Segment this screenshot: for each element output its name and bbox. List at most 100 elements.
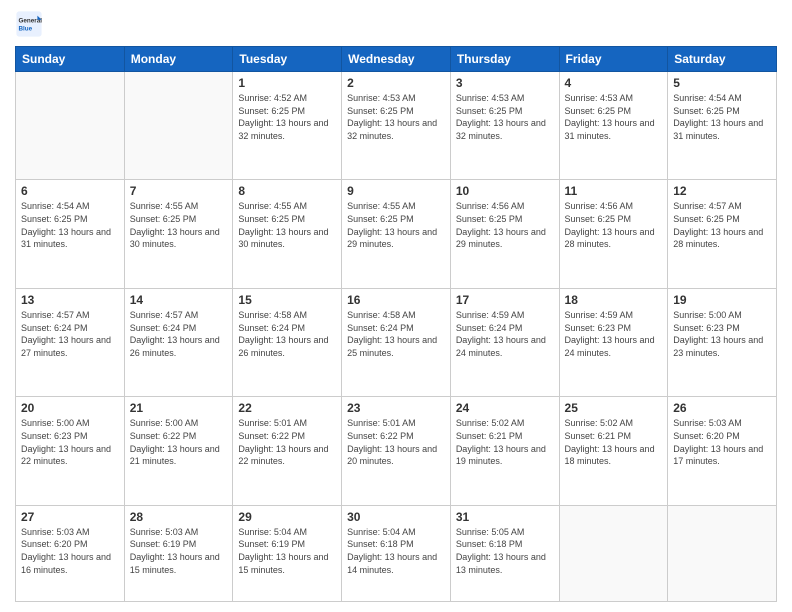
day-info: Sunrise: 4:56 AMSunset: 6:25 PMDaylight:… [456, 200, 554, 250]
day-number: 1 [238, 76, 336, 90]
header: General Blue [15, 10, 777, 38]
weekday-tuesday: Tuesday [233, 47, 342, 72]
calendar-cell: 5 Sunrise: 4:54 AMSunset: 6:25 PMDaylight… [668, 72, 777, 180]
day-number: 21 [130, 401, 228, 415]
calendar-cell: 17 Sunrise: 4:59 AMSunset: 6:24 PMDayligh… [450, 288, 559, 396]
calendar-cell: 29 Sunrise: 5:04 AMSunset: 6:19 PMDayligh… [233, 505, 342, 601]
day-number: 27 [21, 510, 119, 524]
day-info: Sunrise: 5:01 AMSunset: 6:22 PMDaylight:… [238, 417, 336, 467]
calendar-cell: 13Sunrise: 4:57 AMSunset: 6:24 PMDayligh… [16, 288, 125, 396]
week-row-4: 20 Sunrise: 5:00 AMSunset: 6:23 PMDayligh… [16, 397, 777, 505]
day-info: Sunrise: 4:57 AMSunset: 6:24 PMDaylight:… [130, 309, 228, 359]
day-info: Sunrise: 4:58 AMSunset: 6:24 PMDaylight:… [347, 309, 445, 359]
day-number: 11 [565, 184, 663, 198]
calendar-cell: 7 Sunrise: 4:55 AMSunset: 6:25 PMDaylight… [124, 180, 233, 288]
calendar-cell: 22 Sunrise: 5:01 AMSunset: 6:22 PMDayligh… [233, 397, 342, 505]
day-info: Sunrise: 4:58 AMSunset: 6:24 PMDaylight:… [238, 309, 336, 359]
calendar-cell: 2Sunrise: 4:53 AMSunset: 6:25 PMDaylight… [342, 72, 451, 180]
day-number: 18 [565, 293, 663, 307]
day-number: 19 [673, 293, 771, 307]
weekday-thursday: Thursday [450, 47, 559, 72]
day-info: Sunrise: 4:53 AMSunset: 6:25 PMDaylight:… [456, 92, 554, 142]
calendar-cell [559, 505, 668, 601]
weekday-sunday: Sunday [16, 47, 125, 72]
day-number: 28 [130, 510, 228, 524]
calendar-cell: 1 Sunrise: 4:52 AMSunset: 6:25 PMDaylight… [233, 72, 342, 180]
day-number: 16 [347, 293, 445, 307]
svg-text:Blue: Blue [19, 25, 33, 32]
day-number: 25 [565, 401, 663, 415]
calendar-cell: 30Sunrise: 5:04 AMSunset: 6:18 PMDayligh… [342, 505, 451, 601]
day-info: Sunrise: 4:54 AMSunset: 6:25 PMDaylight:… [673, 92, 771, 142]
day-info: Sunrise: 5:04 AMSunset: 6:19 PMDaylight:… [238, 526, 336, 576]
day-info: Sunrise: 5:04 AMSunset: 6:18 PMDaylight:… [347, 526, 445, 576]
calendar-cell: 20 Sunrise: 5:00 AMSunset: 6:23 PMDayligh… [16, 397, 125, 505]
week-row-5: 27 Sunrise: 5:03 AMSunset: 6:20 PMDayligh… [16, 505, 777, 601]
calendar-cell: 25 Sunrise: 5:02 AMSunset: 6:21 PMDayligh… [559, 397, 668, 505]
day-number: 22 [238, 401, 336, 415]
day-info: Sunrise: 4:53 AMSunset: 6:25 PMDaylight:… [565, 92, 663, 142]
calendar-cell: 6Sunrise: 4:54 AMSunset: 6:25 PMDaylight… [16, 180, 125, 288]
day-info: Sunrise: 5:02 AMSunset: 6:21 PMDaylight:… [456, 417, 554, 467]
day-info: Sunrise: 4:57 AMSunset: 6:25 PMDaylight:… [673, 200, 771, 250]
calendar-cell: 9 Sunrise: 4:55 AMSunset: 6:25 PMDaylight… [342, 180, 451, 288]
day-number: 5 [673, 76, 771, 90]
calendar-cell: 19Sunrise: 5:00 AMSunset: 6:23 PMDayligh… [668, 288, 777, 396]
calendar-cell: 11Sunrise: 4:56 AMSunset: 6:25 PMDayligh… [559, 180, 668, 288]
day-number: 15 [238, 293, 336, 307]
calendar-cell: 31Sunrise: 5:05 AMSunset: 6:18 PMDayligh… [450, 505, 559, 601]
weekday-friday: Friday [559, 47, 668, 72]
weekday-monday: Monday [124, 47, 233, 72]
day-info: Sunrise: 4:52 AMSunset: 6:25 PMDaylight:… [238, 92, 336, 142]
day-number: 24 [456, 401, 554, 415]
calendar-cell: 26Sunrise: 5:03 AMSunset: 6:20 PMDayligh… [668, 397, 777, 505]
day-number: 10 [456, 184, 554, 198]
weekday-wednesday: Wednesday [342, 47, 451, 72]
day-number: 29 [238, 510, 336, 524]
calendar-cell: 15 Sunrise: 4:58 AMSunset: 6:24 PMDayligh… [233, 288, 342, 396]
calendar-cell: 23 Sunrise: 5:01 AMSunset: 6:22 PMDayligh… [342, 397, 451, 505]
weekday-saturday: Saturday [668, 47, 777, 72]
day-number: 4 [565, 76, 663, 90]
calendar-cell: 10 Sunrise: 4:56 AMSunset: 6:25 PMDayligh… [450, 180, 559, 288]
day-info: Sunrise: 4:57 AMSunset: 6:24 PMDaylight:… [21, 309, 119, 359]
day-number: 23 [347, 401, 445, 415]
day-number: 26 [673, 401, 771, 415]
day-info: Sunrise: 5:00 AMSunset: 6:22 PMDaylight:… [130, 417, 228, 467]
calendar-cell: 14 Sunrise: 4:57 AMSunset: 6:24 PMDayligh… [124, 288, 233, 396]
day-info: Sunrise: 5:05 AMSunset: 6:18 PMDaylight:… [456, 526, 554, 576]
day-info: Sunrise: 4:55 AMSunset: 6:25 PMDaylight:… [130, 200, 228, 250]
page: General Blue SundayMondayTuesdayWednesda… [0, 0, 792, 612]
logo: General Blue [15, 10, 47, 38]
week-row-2: 6Sunrise: 4:54 AMSunset: 6:25 PMDaylight… [16, 180, 777, 288]
calendar-cell: 12Sunrise: 4:57 AMSunset: 6:25 PMDayligh… [668, 180, 777, 288]
day-number: 14 [130, 293, 228, 307]
day-number: 9 [347, 184, 445, 198]
day-info: Sunrise: 4:59 AMSunset: 6:24 PMDaylight:… [456, 309, 554, 359]
calendar-cell: 24 Sunrise: 5:02 AMSunset: 6:21 PMDayligh… [450, 397, 559, 505]
day-info: Sunrise: 5:00 AMSunset: 6:23 PMDaylight:… [21, 417, 119, 467]
calendar-cell: 27 Sunrise: 5:03 AMSunset: 6:20 PMDayligh… [16, 505, 125, 601]
day-info: Sunrise: 4:55 AMSunset: 6:25 PMDaylight:… [238, 200, 336, 250]
week-row-3: 13Sunrise: 4:57 AMSunset: 6:24 PMDayligh… [16, 288, 777, 396]
calendar-cell: 8 Sunrise: 4:55 AMSunset: 6:25 PMDaylight… [233, 180, 342, 288]
day-info: Sunrise: 5:03 AMSunset: 6:20 PMDaylight:… [21, 526, 119, 576]
calendar-cell [668, 505, 777, 601]
calendar-cell: 28 Sunrise: 5:03 AMSunset: 6:19 PMDayligh… [124, 505, 233, 601]
day-info: Sunrise: 4:53 AMSunset: 6:25 PMDaylight:… [347, 92, 445, 142]
calendar-cell: 21 Sunrise: 5:00 AMSunset: 6:22 PMDayligh… [124, 397, 233, 505]
day-number: 8 [238, 184, 336, 198]
day-info: Sunrise: 4:59 AMSunset: 6:23 PMDaylight:… [565, 309, 663, 359]
day-info: Sunrise: 5:03 AMSunset: 6:19 PMDaylight:… [130, 526, 228, 576]
calendar-table: SundayMondayTuesdayWednesdayThursdayFrid… [15, 46, 777, 602]
calendar-cell: 4 Sunrise: 4:53 AMSunset: 6:25 PMDaylight… [559, 72, 668, 180]
day-number: 7 [130, 184, 228, 198]
weekday-header-row: SundayMondayTuesdayWednesdayThursdayFrid… [16, 47, 777, 72]
day-number: 20 [21, 401, 119, 415]
calendar-cell: 18 Sunrise: 4:59 AMSunset: 6:23 PMDayligh… [559, 288, 668, 396]
day-number: 6 [21, 184, 119, 198]
day-info: Sunrise: 4:55 AMSunset: 6:25 PMDaylight:… [347, 200, 445, 250]
day-number: 17 [456, 293, 554, 307]
day-info: Sunrise: 5:02 AMSunset: 6:21 PMDaylight:… [565, 417, 663, 467]
day-info: Sunrise: 5:01 AMSunset: 6:22 PMDaylight:… [347, 417, 445, 467]
